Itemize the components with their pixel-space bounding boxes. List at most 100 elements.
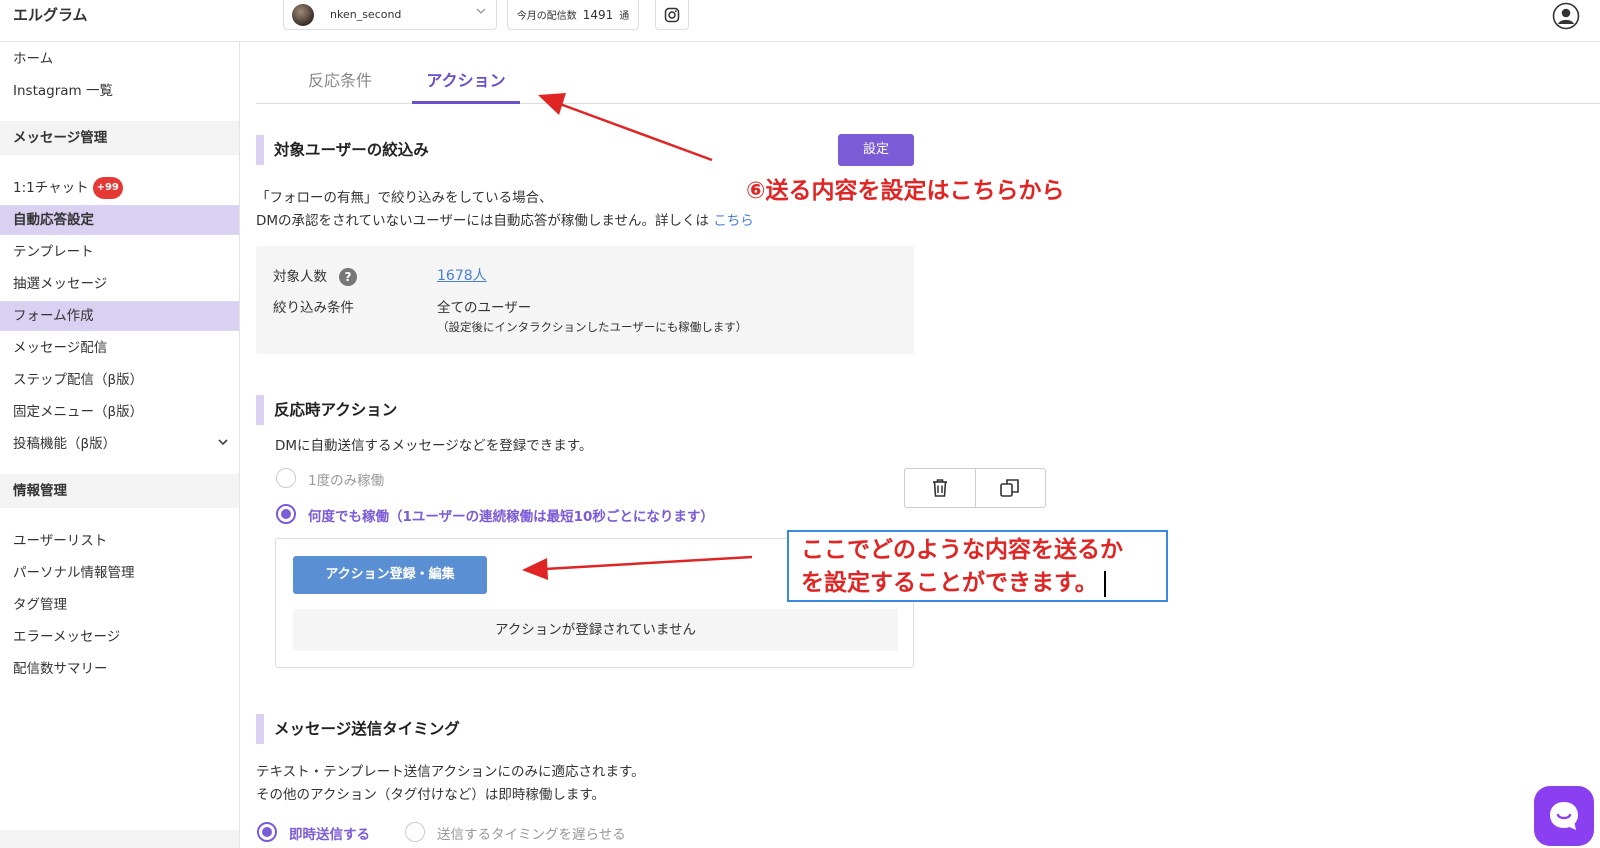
sidebar-item-tags[interactable]: タグ管理: [0, 590, 239, 620]
action-tools: [904, 468, 1046, 508]
sidebar-item-label: 抽選メッセージ: [13, 276, 108, 292]
target-count-value: 1678人: [437, 265, 487, 285]
target-info-box: 対象人数? 1678人 絞り込み条件 全てのユーザー （設定後にインタラクション…: [256, 246, 914, 354]
reaction-desc: DMに自動送信するメッセージなどを登録できます。: [275, 438, 593, 454]
sidebar-item-auto-reply[interactable]: 自動応答設定: [0, 205, 239, 235]
annotation-line1: ここでどのような内容を送るか: [801, 537, 1123, 563]
counter-unit: 通: [619, 11, 630, 22]
condition-label: 絞り込み条件: [273, 300, 354, 316]
sidebar-item-summary[interactable]: 配信数サマリー: [0, 654, 239, 684]
sidebar-item-errors[interactable]: エラーメッセージ: [0, 622, 239, 652]
help-icon[interactable]: ?: [339, 268, 357, 286]
sidebar-item-home[interactable]: ホーム: [0, 44, 239, 74]
section-title-reaction-action: 反応時アクション: [256, 395, 397, 425]
sidebar-item-label: テンプレート: [13, 244, 94, 260]
arrow-to-action-tab: [559, 102, 713, 162]
annotation-line2: を設定することができます。: [801, 567, 1154, 600]
sidebar-item-template[interactable]: テンプレート: [0, 237, 239, 267]
annotation-callout-box: ここでどのような内容を送るか を設定することができます。: [787, 530, 1168, 602]
radio-send-delay[interactable]: [405, 822, 425, 842]
condition-sub: （設定後にインタラクションしたユーザーにも稼働します）: [437, 320, 748, 334]
instagram-icon: [664, 7, 680, 22]
tab-bar: 反応条件 アクション: [256, 64, 1600, 104]
sidebar-item-chat[interactable]: 1:1チャット +99: [0, 173, 239, 203]
radio-send-delay-label[interactable]: 送信するタイミングを遅らせる: [437, 823, 626, 843]
action-register-button[interactable]: アクション登録・編集: [293, 556, 487, 594]
sidebar-item-label: ステップ配信（β版）: [13, 372, 144, 388]
user-account-icon[interactable]: [1552, 2, 1580, 30]
sidebar-item-post[interactable]: 投稿機能（β版）: [0, 429, 239, 459]
target-count-link[interactable]: 1678人: [437, 268, 487, 284]
chat-bubble-icon: [1550, 802, 1578, 830]
text-caret: [1103, 570, 1106, 597]
brand-logo[interactable]: エルグラム: [13, 4, 88, 25]
top-bar: エルグラム nken_second 今月の配信数 1491 通: [0, 0, 1600, 42]
sidebar-item-label: 自動応答設定: [13, 212, 94, 228]
annotation-line2-text: を設定することができます。: [801, 570, 1098, 596]
sidebar-item-step[interactable]: ステップ配信（β版）: [0, 365, 239, 395]
chevron-down-icon[interactable]: [217, 429, 229, 459]
account-name: nken_second: [330, 8, 402, 21]
sidebar-item-label: 1:1チャット: [13, 180, 89, 196]
tab-action[interactable]: アクション: [412, 64, 520, 104]
counter-value: 1491: [582, 7, 614, 22]
timing-desc1: テキスト・テンプレート送信アクションにのみに適応されます。: [256, 764, 645, 780]
target-count-label-text: 対象人数: [273, 269, 327, 285]
radio-once-label[interactable]: 1度のみ稼働: [308, 469, 384, 489]
radio-many-label[interactable]: 何度でも稼働（1ユーザーの連続稼働は最短10秒ごとになります）: [308, 505, 714, 525]
annotation-step6: ⑥送る内容を設定はこちらから: [746, 178, 1065, 204]
annotation-arrows: [522, 93, 753, 580]
copy-button[interactable]: [974, 469, 1046, 507]
no-actions-message: アクションが登録されていません: [293, 609, 898, 651]
tab-reaction-conditions[interactable]: 反応条件: [300, 64, 380, 104]
sidebar-item-personal-info[interactable]: パーソナル情報管理: [0, 558, 239, 588]
sidebar-item-broadcast[interactable]: メッセージ配信: [0, 333, 239, 363]
target-set-button[interactable]: 設定: [838, 134, 914, 166]
section-title-timing: メッセージ送信タイミング: [256, 714, 460, 744]
sidebar-item-label: 配信数サマリー: [13, 661, 108, 677]
sidebar-footer: [0, 830, 239, 848]
account-avatar: [292, 3, 314, 26]
sidebar-item-user-list[interactable]: ユーザーリスト: [0, 526, 239, 556]
sidebar-item-fixed-menu[interactable]: 固定メニュー（β版）: [0, 397, 239, 427]
sidebar-item-label: フォーム作成: [13, 308, 94, 324]
sidebar-item-label: 投稿機能（β版）: [13, 436, 117, 452]
sidebar-section-info: 情報管理: [0, 474, 239, 508]
sidebar-item-label: タグ管理: [13, 597, 67, 613]
radio-send-now-label[interactable]: 即時送信する: [289, 823, 370, 843]
sidebar: ホーム Instagram 一覧 メッセージ管理 1:1チャット +99 自動応答…: [0, 42, 240, 848]
account-selector[interactable]: nken_second: [283, 0, 497, 30]
section-title-target-users: 対象ユーザーの絞込み: [256, 135, 429, 165]
target-count-label: 対象人数?: [273, 265, 357, 286]
timing-desc2: その他のアクション（タグ付けなど）は即時稼働します。: [256, 787, 605, 803]
unread-badge: +99: [92, 177, 123, 199]
sidebar-item-label: 固定メニュー（β版）: [13, 404, 144, 420]
app-root: エルグラム nken_second 今月の配信数 1491 通 ホーム Inst…: [0, 0, 1600, 848]
sidebar-item-label: パーソナル情報管理: [13, 565, 135, 581]
sidebar-item-label: ユーザーリスト: [13, 533, 108, 549]
sidebar-item-instagram-list[interactable]: Instagram 一覧: [0, 76, 239, 106]
monthly-delivery-counter: 今月の配信数 1491 通: [507, 0, 639, 30]
radio-once[interactable]: [276, 468, 296, 488]
radio-many[interactable]: [276, 504, 296, 524]
support-chat-button[interactable]: [1534, 786, 1594, 846]
radio-send-now[interactable]: [257, 822, 277, 842]
sidebar-item-lottery[interactable]: 抽選メッセージ: [0, 269, 239, 299]
sidebar-item-label: エラーメッセージ: [13, 629, 121, 645]
details-link[interactable]: こちら: [713, 213, 754, 229]
copy-icon: [1000, 479, 1020, 497]
sidebar-item-label: ホーム: [13, 51, 54, 67]
sidebar-item-label: メッセージ配信: [13, 340, 108, 356]
sidebar-item-form[interactable]: フォーム作成: [0, 301, 239, 331]
trash-icon: [932, 479, 947, 497]
follow-note-text: DMの承認をされていないユーザーには自動応答が稼働しません。詳しくは: [256, 213, 709, 229]
sidebar-section-message: メッセージ管理: [0, 121, 239, 155]
counter-label: 今月の配信数: [516, 11, 577, 22]
delete-button[interactable]: [905, 469, 975, 507]
chevron-down-icon: [476, 6, 486, 19]
condition-value: 全てのユーザー: [437, 300, 532, 316]
follow-note-line2: DMの承認をされていないユーザーには自動応答が稼働しません。詳しくは こちら: [256, 209, 754, 229]
sidebar-item-label: Instagram 一覧: [13, 83, 113, 99]
follow-note-line1: 「フォローの有無」で絞り込みをしている場合、: [256, 190, 553, 206]
instagram-button[interactable]: [655, 0, 689, 30]
